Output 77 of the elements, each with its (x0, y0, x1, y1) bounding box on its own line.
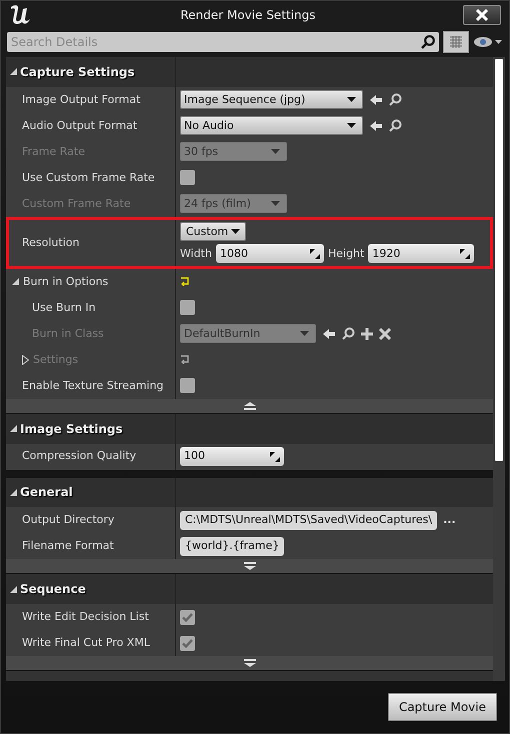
scrollbar-thumb[interactable] (495, 59, 503, 461)
section-header: General (20, 484, 73, 502)
section-header: Capture Settings (20, 64, 135, 81)
expanded-triangle-icon[interactable] (12, 278, 19, 286)
property-label: Filename Format (22, 538, 114, 554)
caret-icon (347, 97, 356, 102)
dropdown: 24 fps (film) (180, 194, 287, 214)
spin-arrows-icon[interactable] (270, 452, 280, 462)
search-icon (421, 35, 435, 49)
browse-button[interactable]: ... (443, 512, 456, 529)
property-label: Use Custom Frame Rate (22, 170, 155, 186)
reset-arrow-icon[interactable] (180, 277, 190, 286)
property-label: Burn in Options (23, 274, 108, 290)
close-icon[interactable] (379, 328, 391, 340)
caret-icon (231, 229, 240, 234)
dropdown[interactable]: No Audio (180, 116, 363, 136)
search-icon[interactable] (389, 119, 402, 132)
property-label: Use Burn In (32, 300, 96, 316)
checkbox[interactable] (180, 170, 195, 186)
caret-icon (271, 201, 280, 206)
plus-icon[interactable] (361, 328, 373, 340)
property-label: Resolution (22, 234, 80, 251)
back-arrow-icon[interactable] (369, 120, 383, 132)
expand-arrow-icon[interactable] (244, 562, 256, 570)
close-button[interactable] (463, 5, 501, 25)
check-icon (182, 638, 193, 648)
checkbox[interactable] (180, 300, 195, 316)
back-arrow-icon[interactable] (369, 94, 383, 106)
section-header: Sequence (20, 581, 86, 598)
search-icon[interactable] (342, 327, 355, 340)
spin-arrows-icon[interactable] (310, 248, 320, 259)
number-field[interactable]: 1920 (368, 244, 474, 264)
dropdown[interactable]: Image Sequence (jpg) (180, 90, 363, 110)
search-icon[interactable] (389, 93, 402, 106)
property-label: Write Edit Decision List (22, 608, 149, 625)
expanded-triangle-icon[interactable] (10, 68, 17, 76)
property-label: Settings (33, 352, 78, 368)
dropdown: DefaultBurnIn (180, 324, 316, 344)
collapse-arrow-icon[interactable] (244, 402, 256, 410)
property-label: Output Directory (22, 512, 114, 528)
number-field[interactable]: 100 (180, 447, 284, 466)
path-field[interactable]: C:\MDTS\Unreal\MDTS\Saved\VideoCaptures\ (180, 510, 438, 530)
number-field[interactable]: 1080 (216, 244, 324, 264)
grid-view-button[interactable] (443, 31, 469, 53)
back-arrow-icon[interactable] (322, 328, 336, 340)
caret-icon (347, 123, 356, 128)
window-title: Render Movie Settings (179, 7, 317, 24)
expanded-triangle-icon[interactable] (10, 425, 17, 432)
spin-arrows-icon[interactable] (460, 248, 470, 259)
check-icon (182, 612, 193, 622)
field-label: Height (328, 246, 364, 262)
close-icon (476, 9, 488, 21)
property-label: Frame Rate (22, 144, 85, 160)
property-label: Audio Output Format (22, 118, 138, 134)
property-label: Custom Frame Rate (22, 196, 131, 212)
grid-icon (449, 35, 463, 49)
eye-dropdown-icon[interactable] (473, 36, 503, 48)
field-label: Width (180, 246, 212, 262)
expanded-triangle-icon[interactable] (10, 586, 17, 593)
text-field[interactable]: {world}.{frame} (180, 536, 284, 556)
property-label: Enable Texture Streaming (22, 378, 164, 394)
search-field[interactable]: Search Details (7, 32, 439, 52)
checkbox[interactable] (180, 378, 195, 394)
section-header: Image Settings (20, 420, 123, 438)
checkbox[interactable] (180, 636, 195, 651)
expanded-triangle-icon[interactable] (10, 488, 17, 496)
property-label: Burn in Class (32, 326, 104, 342)
preset-dropdown[interactable]: Custom (180, 222, 246, 242)
caret-icon (271, 149, 280, 154)
expand-arrow-icon[interactable] (244, 659, 256, 668)
property-label: Write Final Cut Pro XML (22, 634, 150, 651)
dropdown: 30 fps (180, 142, 287, 162)
property-label: Compression Quality (22, 448, 136, 464)
checkbox[interactable] (180, 610, 195, 625)
caret-icon (300, 331, 309, 336)
capture-movie-button[interactable]: Capture Movie (388, 693, 497, 721)
property-label: Image Output Format (22, 92, 140, 108)
